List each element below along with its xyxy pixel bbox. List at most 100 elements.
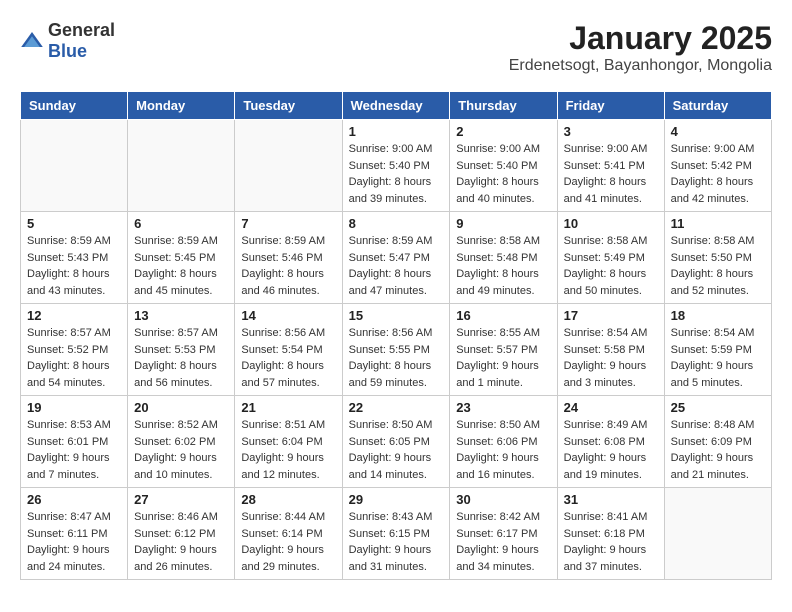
calendar-cell: 2 Sunrise: 9:00 AM Sunset: 5:40 PM Daylig…: [450, 120, 557, 212]
day-info: Sunrise: 8:55 AM Sunset: 5:57 PM Dayligh…: [456, 325, 550, 391]
day-info: Sunrise: 8:57 AM Sunset: 5:53 PM Dayligh…: [134, 325, 228, 391]
day-number: 8: [349, 216, 444, 231]
day-number: 5: [27, 216, 121, 231]
day-number: 24: [564, 400, 658, 415]
calendar-cell: 22Sunrise: 8:50 AM Sunset: 6:05 PM Dayli…: [342, 396, 450, 488]
day-info: Sunrise: 8:44 AM Sunset: 6:14 PM Dayligh…: [241, 509, 335, 575]
calendar-cell: 24Sunrise: 8:49 AM Sunset: 6:08 PM Dayli…: [557, 396, 664, 488]
day-number: 6: [134, 216, 228, 231]
weekday-header-wednesday: Wednesday: [342, 92, 450, 120]
day-info: Sunrise: 8:53 AM Sunset: 6:01 PM Dayligh…: [27, 417, 121, 483]
logo-text-blue: Blue: [48, 41, 87, 61]
day-info: Sunrise: 8:58 AM Sunset: 5:50 PM Dayligh…: [671, 233, 765, 299]
weekday-header-sunday: Sunday: [21, 92, 128, 120]
day-info: Sunrise: 8:43 AM Sunset: 6:15 PM Dayligh…: [349, 509, 444, 575]
calendar-cell: [235, 120, 342, 212]
day-info: Sunrise: 8:57 AM Sunset: 5:52 PM Dayligh…: [27, 325, 121, 391]
day-info: Sunrise: 8:59 AM Sunset: 5:46 PM Dayligh…: [241, 233, 335, 299]
day-info: Sunrise: 8:46 AM Sunset: 6:12 PM Dayligh…: [134, 509, 228, 575]
calendar-cell: 17Sunrise: 8:54 AM Sunset: 5:58 PM Dayli…: [557, 304, 664, 396]
calendar-cell: 11 Sunrise: 8:58 AM Sunset: 5:50 PM Dayli…: [664, 212, 771, 304]
calendar-cell: 7 Sunrise: 8:59 AM Sunset: 5:46 PM Daylig…: [235, 212, 342, 304]
weekday-header-saturday: Saturday: [664, 92, 771, 120]
day-number: 19: [27, 400, 121, 415]
day-info: Sunrise: 8:51 AM Sunset: 6:04 PM Dayligh…: [241, 417, 335, 483]
day-number: 15: [349, 308, 444, 323]
calendar-cell: 30 Sunrise: 8:42 AM Sunset: 6:17 PM Dayli…: [450, 488, 557, 580]
day-number: 21: [241, 400, 335, 415]
title-block: January 2025 Erdenetsogt, Bayanhongor, M…: [509, 20, 772, 75]
day-info: Sunrise: 9:00 AM Sunset: 5:41 PM Dayligh…: [564, 141, 658, 207]
calendar-subtitle: Erdenetsogt, Bayanhongor, Mongolia: [509, 57, 772, 75]
day-info: Sunrise: 8:54 AM Sunset: 5:59 PM Dayligh…: [671, 325, 765, 391]
day-number: 3: [564, 124, 658, 139]
calendar-cell: [128, 120, 235, 212]
calendar-cell: 14 Sunrise: 8:56 AM Sunset: 5:54 PM Dayli…: [235, 304, 342, 396]
week-row-5: 26Sunrise: 8:47 AM Sunset: 6:11 PM Dayli…: [21, 488, 772, 580]
day-number: 9: [456, 216, 550, 231]
weekday-header-monday: Monday: [128, 92, 235, 120]
day-info: Sunrise: 9:00 AM Sunset: 5:40 PM Dayligh…: [456, 141, 550, 207]
day-number: 12: [27, 308, 121, 323]
calendar-cell: 8 Sunrise: 8:59 AM Sunset: 5:47 PM Daylig…: [342, 212, 450, 304]
day-info: Sunrise: 8:48 AM Sunset: 6:09 PM Dayligh…: [671, 417, 765, 483]
calendar-cell: 19 Sunrise: 8:53 AM Sunset: 6:01 PM Dayli…: [21, 396, 128, 488]
day-info: Sunrise: 8:41 AM Sunset: 6:18 PM Dayligh…: [564, 509, 658, 575]
day-number: 23: [456, 400, 550, 415]
day-info: Sunrise: 8:58 AM Sunset: 5:49 PM Dayligh…: [564, 233, 658, 299]
day-info: Sunrise: 8:56 AM Sunset: 5:54 PM Dayligh…: [241, 325, 335, 391]
day-number: 10: [564, 216, 658, 231]
day-number: 25: [671, 400, 765, 415]
day-info: Sunrise: 8:52 AM Sunset: 6:02 PM Dayligh…: [134, 417, 228, 483]
calendar-table: SundayMondayTuesdayWednesdayThursdayFrid…: [20, 91, 772, 580]
calendar-cell: 15 Sunrise: 8:56 AM Sunset: 5:55 PM Dayli…: [342, 304, 450, 396]
calendar-cell: 1 Sunrise: 9:00 AM Sunset: 5:40 PM Daylig…: [342, 120, 450, 212]
day-info: Sunrise: 9:00 AM Sunset: 5:40 PM Dayligh…: [349, 141, 444, 207]
calendar-cell: 10 Sunrise: 8:58 AM Sunset: 5:49 PM Dayli…: [557, 212, 664, 304]
calendar-cell: 12 Sunrise: 8:57 AM Sunset: 5:52 PM Dayli…: [21, 304, 128, 396]
calendar-cell: 31 Sunrise: 8:41 AM Sunset: 6:18 PM Dayli…: [557, 488, 664, 580]
calendar-cell: 29 Sunrise: 8:43 AM Sunset: 6:15 PM Dayli…: [342, 488, 450, 580]
day-number: 13: [134, 308, 228, 323]
calendar-title: January 2025: [509, 20, 772, 57]
calendar-cell: 18 Sunrise: 8:54 AM Sunset: 5:59 PM Dayli…: [664, 304, 771, 396]
day-number: 11: [671, 216, 765, 231]
calendar-cell: 13 Sunrise: 8:57 AM Sunset: 5:53 PM Dayli…: [128, 304, 235, 396]
day-number: 28: [241, 492, 335, 507]
day-number: 18: [671, 308, 765, 323]
day-number: 29: [349, 492, 444, 507]
day-info: Sunrise: 8:56 AM Sunset: 5:55 PM Dayligh…: [349, 325, 444, 391]
calendar-cell: 6 Sunrise: 8:59 AM Sunset: 5:45 PM Daylig…: [128, 212, 235, 304]
day-info: Sunrise: 8:59 AM Sunset: 5:47 PM Dayligh…: [349, 233, 444, 299]
day-number: 27: [134, 492, 228, 507]
calendar-cell: 16 Sunrise: 8:55 AM Sunset: 5:57 PM Dayli…: [450, 304, 557, 396]
page-header: General Blue January 2025 Erdenetsogt, B…: [20, 20, 772, 75]
calendar-cell: [664, 488, 771, 580]
day-info: Sunrise: 8:42 AM Sunset: 6:17 PM Dayligh…: [456, 509, 550, 575]
calendar-cell: 23 Sunrise: 8:50 AM Sunset: 6:06 PM Dayli…: [450, 396, 557, 488]
weekday-header-row: SundayMondayTuesdayWednesdayThursdayFrid…: [21, 92, 772, 120]
calendar-cell: 9 Sunrise: 8:58 AM Sunset: 5:48 PM Daylig…: [450, 212, 557, 304]
day-number: 7: [241, 216, 335, 231]
week-row-1: 1 Sunrise: 9:00 AM Sunset: 5:40 PM Daylig…: [21, 120, 772, 212]
week-row-2: 5 Sunrise: 8:59 AM Sunset: 5:43 PM Daylig…: [21, 212, 772, 304]
calendar-cell: 3 Sunrise: 9:00 AM Sunset: 5:41 PM Daylig…: [557, 120, 664, 212]
day-number: 1: [349, 124, 444, 139]
day-number: 16: [456, 308, 550, 323]
day-number: 2: [456, 124, 550, 139]
weekday-header-friday: Friday: [557, 92, 664, 120]
day-number: 20: [134, 400, 228, 415]
day-info: Sunrise: 8:58 AM Sunset: 5:48 PM Dayligh…: [456, 233, 550, 299]
week-row-3: 12 Sunrise: 8:57 AM Sunset: 5:52 PM Dayli…: [21, 304, 772, 396]
day-number: 14: [241, 308, 335, 323]
day-info: Sunrise: 9:00 AM Sunset: 5:42 PM Dayligh…: [671, 141, 765, 207]
day-number: 30: [456, 492, 550, 507]
calendar-cell: 20 Sunrise: 8:52 AM Sunset: 6:02 PM Dayli…: [128, 396, 235, 488]
day-info: Sunrise: 8:50 AM Sunset: 6:06 PM Dayligh…: [456, 417, 550, 483]
day-number: 22: [349, 400, 444, 415]
day-info: Sunrise: 8:54 AM Sunset: 5:58 PM Dayligh…: [564, 325, 658, 391]
day-number: 31: [564, 492, 658, 507]
calendar-cell: [21, 120, 128, 212]
day-info: Sunrise: 8:59 AM Sunset: 5:45 PM Dayligh…: [134, 233, 228, 299]
day-info: Sunrise: 8:59 AM Sunset: 5:43 PM Dayligh…: [27, 233, 121, 299]
